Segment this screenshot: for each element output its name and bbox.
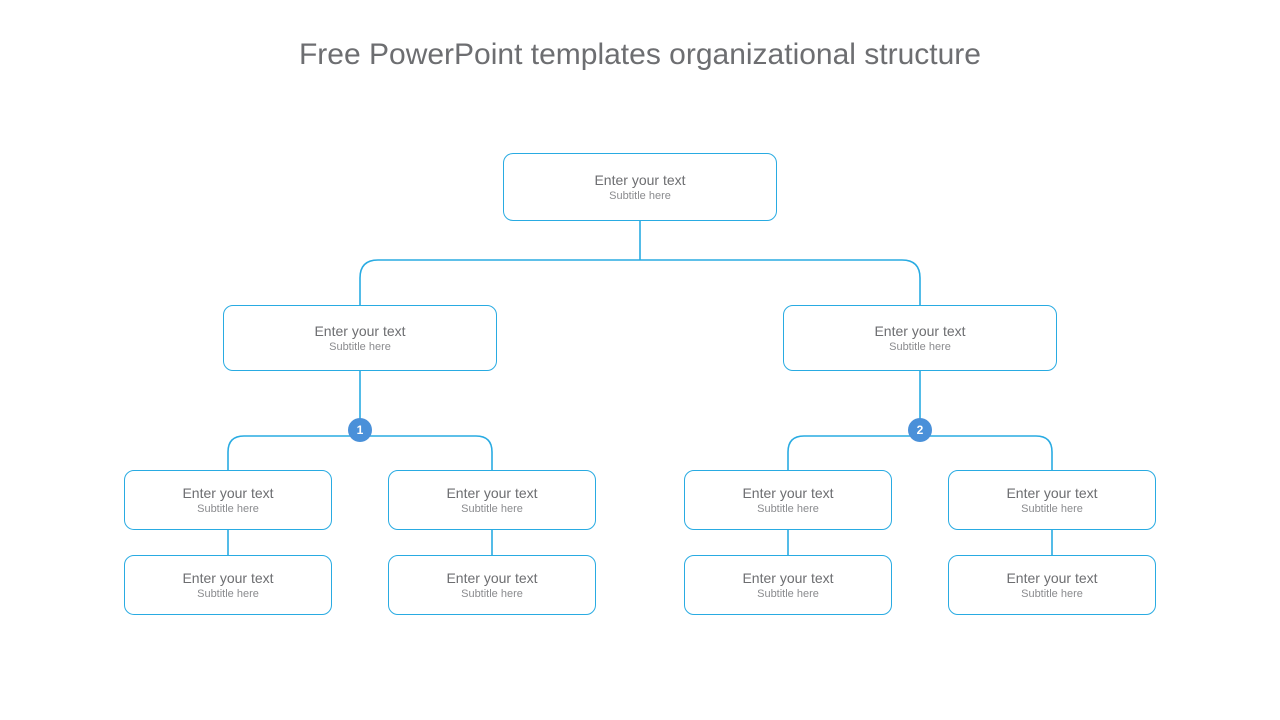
org-node-l1[interactable]: Enter your text Subtitle here	[124, 470, 332, 530]
org-node-subtitle: Subtitle here	[757, 588, 819, 600]
org-node-title: Enter your text	[1006, 485, 1097, 501]
org-node-title: Enter your text	[742, 570, 833, 586]
org-node-subtitle: Subtitle here	[609, 190, 671, 202]
org-badge-2: 2	[908, 418, 932, 442]
org-badge-1: 1	[348, 418, 372, 442]
slide-title: Free PowerPoint templates organizational…	[0, 38, 1280, 72]
slide-canvas: Free PowerPoint templates organizational…	[0, 0, 1280, 720]
org-node-r2[interactable]: Enter your text Subtitle here	[948, 470, 1156, 530]
org-node-title: Enter your text	[446, 570, 537, 586]
org-node-right[interactable]: Enter your text Subtitle here	[783, 305, 1057, 371]
org-node-subtitle: Subtitle here	[197, 503, 259, 515]
org-node-title: Enter your text	[182, 485, 273, 501]
org-node-subtitle: Subtitle here	[461, 588, 523, 600]
org-node-subtitle: Subtitle here	[197, 588, 259, 600]
org-node-left[interactable]: Enter your text Subtitle here	[223, 305, 497, 371]
org-node-l2[interactable]: Enter your text Subtitle here	[388, 470, 596, 530]
org-node-title: Enter your text	[594, 172, 685, 188]
org-node-subtitle: Subtitle here	[1021, 503, 1083, 515]
org-node-title: Enter your text	[874, 323, 965, 339]
org-node-r3[interactable]: Enter your text Subtitle here	[684, 555, 892, 615]
org-node-title: Enter your text	[446, 485, 537, 501]
org-node-title: Enter your text	[1006, 570, 1097, 586]
org-node-subtitle: Subtitle here	[461, 503, 523, 515]
org-node-l4[interactable]: Enter your text Subtitle here	[388, 555, 596, 615]
org-node-r4[interactable]: Enter your text Subtitle here	[948, 555, 1156, 615]
org-node-root[interactable]: Enter your text Subtitle here	[503, 153, 777, 221]
org-node-title: Enter your text	[182, 570, 273, 586]
org-node-title: Enter your text	[314, 323, 405, 339]
org-node-subtitle: Subtitle here	[757, 503, 819, 515]
org-node-l3[interactable]: Enter your text Subtitle here	[124, 555, 332, 615]
org-node-subtitle: Subtitle here	[1021, 588, 1083, 600]
org-node-r1[interactable]: Enter your text Subtitle here	[684, 470, 892, 530]
org-node-subtitle: Subtitle here	[329, 341, 391, 353]
org-node-title: Enter your text	[742, 485, 833, 501]
org-node-subtitle: Subtitle here	[889, 341, 951, 353]
